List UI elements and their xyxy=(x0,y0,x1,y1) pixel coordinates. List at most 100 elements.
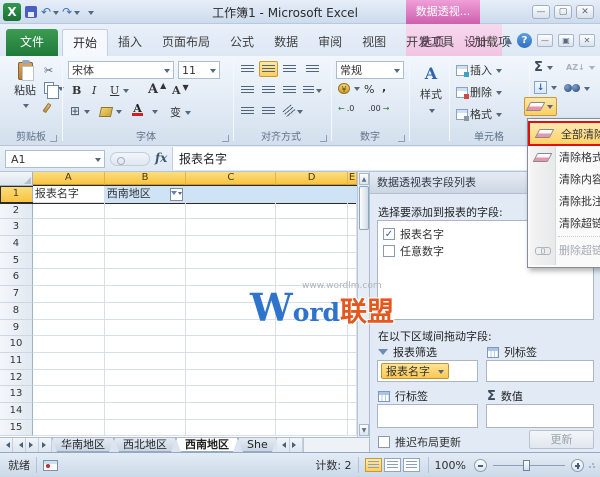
zoom-in-button[interactable] xyxy=(571,459,584,472)
cell-C14[interactable] xyxy=(186,403,276,420)
row-labels-area-box[interactable] xyxy=(377,404,478,428)
ribbon-tab-3[interactable]: 公式 xyxy=(220,29,264,56)
cell-D15[interactable] xyxy=(276,420,348,437)
cell-C13[interactable] xyxy=(186,386,276,403)
cell-D4[interactable] xyxy=(276,236,348,253)
field-checkbox-1[interactable] xyxy=(383,245,395,257)
cell-C6[interactable] xyxy=(186,269,276,286)
cell-E10[interactable] xyxy=(348,336,357,353)
ribbon-tab-4[interactable]: 数据 xyxy=(264,29,308,56)
workbook-close-button[interactable]: ✕ xyxy=(579,34,595,47)
row-header-11[interactable]: 11 xyxy=(0,353,33,370)
accounting-format-button[interactable]: ¥ xyxy=(338,83,360,94)
minimize-button[interactable]: — xyxy=(532,5,550,19)
cell-B8[interactable] xyxy=(105,303,187,320)
decrease-indent-button[interactable] xyxy=(238,103,257,119)
cell-E5[interactable] xyxy=(348,253,357,270)
cell-D11[interactable] xyxy=(276,353,348,370)
row-header-13[interactable]: 13 xyxy=(0,386,33,403)
collapse-ribbon-icon[interactable]: ▲ xyxy=(505,36,512,46)
cell-C8[interactable] xyxy=(186,303,276,320)
cell-C15[interactable] xyxy=(186,420,276,437)
comma-style-button[interactable]: , xyxy=(382,81,386,94)
row-header-12[interactable]: 12 xyxy=(0,370,33,387)
cell-D5[interactable] xyxy=(276,253,348,270)
column-header-D[interactable]: D xyxy=(276,172,348,186)
cell-C2[interactable] xyxy=(186,203,276,220)
zoom-slider-track[interactable] xyxy=(493,465,565,466)
sheet-tab-1[interactable]: 西北地区 xyxy=(114,438,176,452)
scrollbar-thumb[interactable] xyxy=(359,186,369,230)
cell-E15[interactable] xyxy=(348,420,357,437)
cell-B4[interactable] xyxy=(105,236,187,253)
resize-grip-icon[interactable] xyxy=(588,461,596,469)
column-header-E[interactable]: E xyxy=(348,172,357,186)
font-dialog-launcher-icon[interactable] xyxy=(222,135,229,142)
cell-C11[interactable] xyxy=(186,353,276,370)
cell-C12[interactable] xyxy=(186,370,276,387)
zoom-level[interactable]: 100% xyxy=(435,459,466,472)
cell-A9[interactable] xyxy=(33,320,105,337)
cut-button[interactable]: ✂ xyxy=(44,64,53,77)
cell-E8[interactable] xyxy=(348,303,357,320)
sheet-tab-3[interactable]: She xyxy=(238,438,277,452)
cell-C10[interactable] xyxy=(186,336,276,353)
cell-B11[interactable] xyxy=(105,353,187,370)
update-button[interactable]: 更新 xyxy=(529,430,594,449)
align-bottom-button[interactable] xyxy=(280,61,299,77)
column-labels-area-box[interactable] xyxy=(486,360,594,382)
clear-button[interactable] xyxy=(524,97,557,116)
cell-E11[interactable] xyxy=(348,353,357,370)
cell-D12[interactable] xyxy=(276,370,348,387)
workbook-minimize-button[interactable]: — xyxy=(537,34,553,47)
cell-E14[interactable] xyxy=(348,403,357,420)
row-header-8[interactable]: 8 xyxy=(0,303,33,320)
row-header-10[interactable]: 10 xyxy=(0,336,33,353)
autosum-button[interactable]: Σ xyxy=(534,60,553,75)
cell-E9[interactable] xyxy=(348,320,357,337)
cell-B9[interactable] xyxy=(105,320,187,337)
cell-D7[interactable] xyxy=(276,286,348,303)
increase-decimal-button[interactable]: ←.0 xyxy=(338,104,354,113)
increase-indent-button[interactable] xyxy=(259,103,278,119)
cell-E3[interactable] xyxy=(348,219,357,236)
save-button[interactable] xyxy=(24,4,38,20)
row-header-2[interactable]: 2 xyxy=(0,203,33,220)
cell-A12[interactable] xyxy=(33,370,105,387)
row-header-6[interactable]: 6 xyxy=(0,269,33,286)
ribbon-tab-5[interactable]: 审阅 xyxy=(308,29,352,56)
bold-button[interactable]: B xyxy=(72,84,81,97)
phonetic-guide-button[interactable]: 变 xyxy=(170,104,191,120)
cell-C1[interactable] xyxy=(186,186,276,203)
close-button[interactable]: ✕ xyxy=(576,5,594,19)
cell-E12[interactable] xyxy=(348,370,357,387)
number-dialog-launcher-icon[interactable] xyxy=(398,135,405,142)
contextual-tab-0[interactable]: 选项 xyxy=(410,29,454,56)
merge-center-button[interactable] xyxy=(303,82,322,98)
cell-C7[interactable] xyxy=(186,286,276,303)
clear-menu-item-0[interactable]: 全部清除 xyxy=(528,121,600,146)
name-box[interactable]: A1 xyxy=(5,150,105,168)
ribbon-tab-1[interactable]: 插入 xyxy=(108,29,152,56)
ribbon-tab-0[interactable]: 开始 xyxy=(62,29,108,56)
number-format-combo[interactable]: 常规 xyxy=(336,61,404,79)
cell-B3[interactable] xyxy=(105,219,187,236)
pivot-filter-button[interactable] xyxy=(170,188,183,201)
tab-scroll-left-button[interactable] xyxy=(277,438,290,452)
decrease-decimal-button[interactable]: .00→ xyxy=(368,104,389,113)
tab-scroll-right-button[interactable] xyxy=(290,438,303,452)
cell-B14[interactable] xyxy=(105,403,187,420)
select-all-corner[interactable] xyxy=(0,172,33,186)
prev-sheet-button[interactable] xyxy=(13,438,26,452)
scroll-down-icon[interactable]: ▼ xyxy=(359,424,369,436)
cell-A14[interactable] xyxy=(33,403,105,420)
cell-D14[interactable] xyxy=(276,403,348,420)
row-header-14[interactable]: 14 xyxy=(0,403,33,420)
format-cells-button[interactable]: 格式 xyxy=(456,106,502,122)
cell-A4[interactable] xyxy=(33,236,105,253)
filter-field-item[interactable]: 报表名字 xyxy=(381,363,449,379)
cell-D8[interactable] xyxy=(276,303,348,320)
cell-E13[interactable] xyxy=(348,386,357,403)
wrap-text-button[interactable] xyxy=(303,61,322,77)
font-color-button[interactable]: A xyxy=(132,102,143,116)
